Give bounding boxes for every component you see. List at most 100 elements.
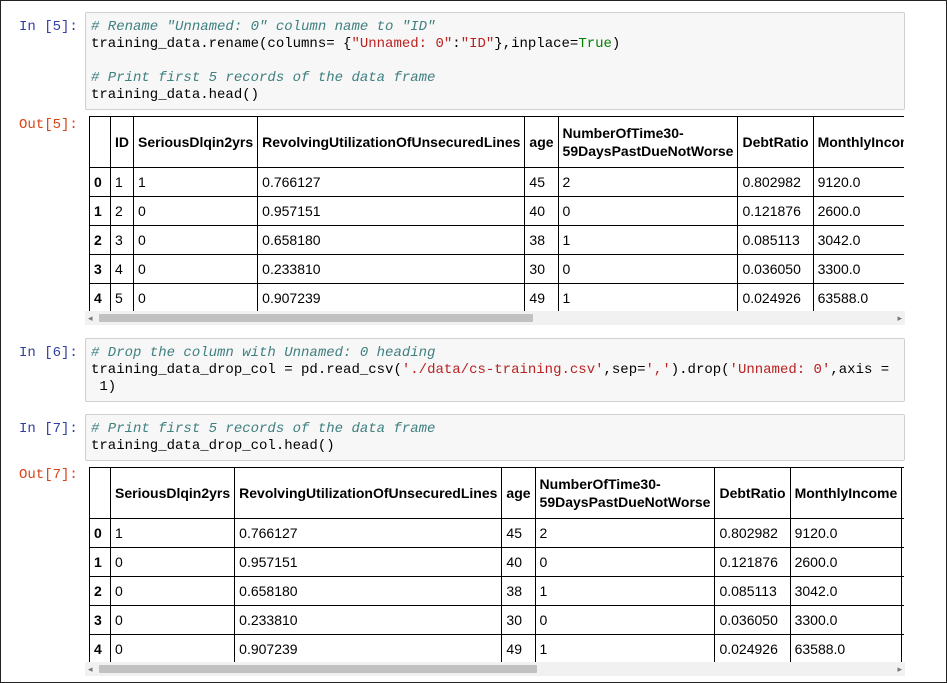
table-cell: 0 (132, 254, 259, 284)
table-cell: 4 (110, 254, 134, 284)
table-row: 0 1 1 0.766127 45 2 0.802982 9120.0 (89, 167, 904, 197)
column-header: SeriousDlqin2yrs (109, 467, 236, 519)
table-cell: 1 (110, 167, 134, 197)
table-cell: 0 (109, 547, 236, 577)
code-cell-6[interactable]: # Drop the column with Unnamed: 0 headin… (85, 338, 905, 402)
table-cell: 40 (501, 547, 536, 577)
table-cell: 5 (110, 283, 134, 311)
table-row: 2 3 0 0.658180 38 1 0.085113 3042.0 (89, 225, 904, 255)
code-text: ,axis = (830, 362, 890, 378)
scroll-left-icon[interactable]: ◂ (88, 312, 93, 324)
table-cell: 0.085113 (714, 576, 791, 606)
table-cell: 0.121876 (737, 196, 814, 226)
scroll-right-icon[interactable]: ▸ (897, 312, 902, 324)
table-cell: 0 (109, 605, 236, 635)
row-index: 3 (89, 254, 111, 284)
table-cell: 1 (109, 518, 236, 548)
scrollbar-thumb[interactable] (99, 665, 537, 673)
table-cell: 3042.0 (789, 576, 903, 606)
scrollbar-thumb[interactable] (99, 314, 533, 322)
code-keyword: True (578, 36, 612, 52)
scroll-right-icon[interactable]: ▸ (897, 663, 902, 675)
table-cell: 0.233810 (234, 605, 503, 635)
code-line: # Rename "Unnamed: 0" column name to "ID… (91, 19, 435, 36)
code-cell-5[interactable]: # Rename "Unnamed: 0" column name to "ID… (85, 12, 905, 110)
table-cell: 3300.0 (812, 254, 904, 284)
code-text: ) (611, 36, 621, 52)
output-prompt-5: Out[5]: (19, 117, 78, 133)
row-index: 0 (89, 518, 111, 548)
dataframe-table: SeriousDlqin2yrs RevolvingUtilizationOfUn… (89, 467, 904, 662)
code-string: "ID" (460, 36, 495, 52)
table-cell: 3042.0 (812, 225, 904, 255)
table-header-row: ID SeriousDlqin2yrs RevolvingUtilizationOf… (89, 116, 904, 168)
table-cell: 0.907239 (257, 283, 526, 311)
horizontal-scrollbar[interactable]: ◂ ▸ (85, 662, 905, 676)
table-cell: 1 (534, 576, 716, 606)
code-comment: # Drop the column with Unnamed: 0 headin… (91, 345, 436, 361)
code-line: training_data_drop_col.head() (91, 438, 335, 455)
table-cell: 3 (110, 225, 134, 255)
table-cell: 0.036050 (714, 605, 791, 635)
table-cell: 0.658180 (234, 576, 503, 606)
table-cell (901, 518, 904, 548)
row-index: 4 (89, 283, 111, 311)
row-index: 2 (89, 576, 111, 606)
code-text: : (452, 36, 461, 52)
table-cell (901, 634, 904, 662)
table-cell (901, 576, 904, 606)
code-string: './data/cs-training.csv' (401, 362, 604, 378)
dataframe-output-7: SeriousDlqin2yrs RevolvingUtilizationOfUn… (89, 467, 904, 662)
column-header: MonthlyIncome (812, 116, 904, 168)
scroll-left-icon[interactable]: ◂ (88, 663, 93, 675)
table-cell: 0.802982 (714, 518, 791, 548)
code-string: ',' (645, 362, 671, 378)
table-cell: 2 (557, 167, 739, 197)
code-text: ).drop( (670, 362, 730, 378)
code-line: training_data.rename(columns= {"Unnamed:… (91, 36, 620, 53)
row-index: 3 (89, 605, 111, 635)
table-cell (901, 605, 904, 635)
table-cell: 0.907239 (234, 634, 503, 662)
column-header (901, 467, 904, 519)
output-prompt-7: Out[7]: (19, 467, 78, 483)
table-header-row: SeriousDlqin2yrs RevolvingUtilizationOfUn… (89, 467, 904, 519)
table-cell: 38 (501, 576, 536, 606)
row-index: 0 (89, 167, 111, 197)
table-cell: 0 (109, 634, 236, 662)
code-string: 'Unnamed: 0' (729, 362, 831, 378)
table-cell: 0.957151 (234, 547, 503, 577)
table-cell: 63588.0 (789, 634, 903, 662)
table-cell: 0.024926 (714, 634, 791, 662)
table-cell (901, 547, 904, 577)
table-cell: 30 (501, 605, 536, 635)
table-cell: 49 (501, 634, 536, 662)
horizontal-scrollbar[interactable]: ◂ ▸ (85, 311, 905, 325)
column-header: ID (110, 116, 134, 168)
table-cell: 0 (132, 283, 259, 311)
table-cell: 40 (524, 196, 559, 226)
column-header: DebtRatio (737, 116, 814, 168)
code-line: training_data_drop_col = pd.read_csv('./… (91, 362, 889, 379)
row-index: 2 (89, 225, 111, 255)
code-text: ,sep= (603, 362, 646, 378)
table-cell: 38 (524, 225, 559, 255)
table-cell: 2600.0 (789, 547, 903, 577)
code-text: training_data.rename(columns= { (91, 36, 352, 52)
table-cell: 0.802982 (737, 167, 814, 197)
table-cell: 1 (557, 225, 739, 255)
code-comment: # Rename "Unnamed: 0" column name to "ID… (91, 19, 436, 35)
code-line: training_data.head() (91, 87, 259, 104)
table-cell: 0 (534, 547, 716, 577)
code-cell-7[interactable]: # Print first 5 records of the data fram… (85, 414, 905, 461)
table-row: 1 2 0 0.957151 40 0 0.121876 2600.0 (89, 196, 904, 226)
table-cell: 63588.0 (812, 283, 904, 311)
row-index: 4 (89, 634, 111, 662)
row-index: 1 (89, 196, 111, 226)
table-cell: 0 (109, 576, 236, 606)
table-cell: 9120.0 (789, 518, 903, 548)
row-index: 1 (89, 547, 111, 577)
column-header: RevolvingUtilizationOfUnsecuredLines (234, 467, 503, 519)
table-cell: 0.957151 (257, 196, 526, 226)
dataframe-output-5: ID SeriousDlqin2yrs RevolvingUtilizationOf… (89, 116, 904, 311)
